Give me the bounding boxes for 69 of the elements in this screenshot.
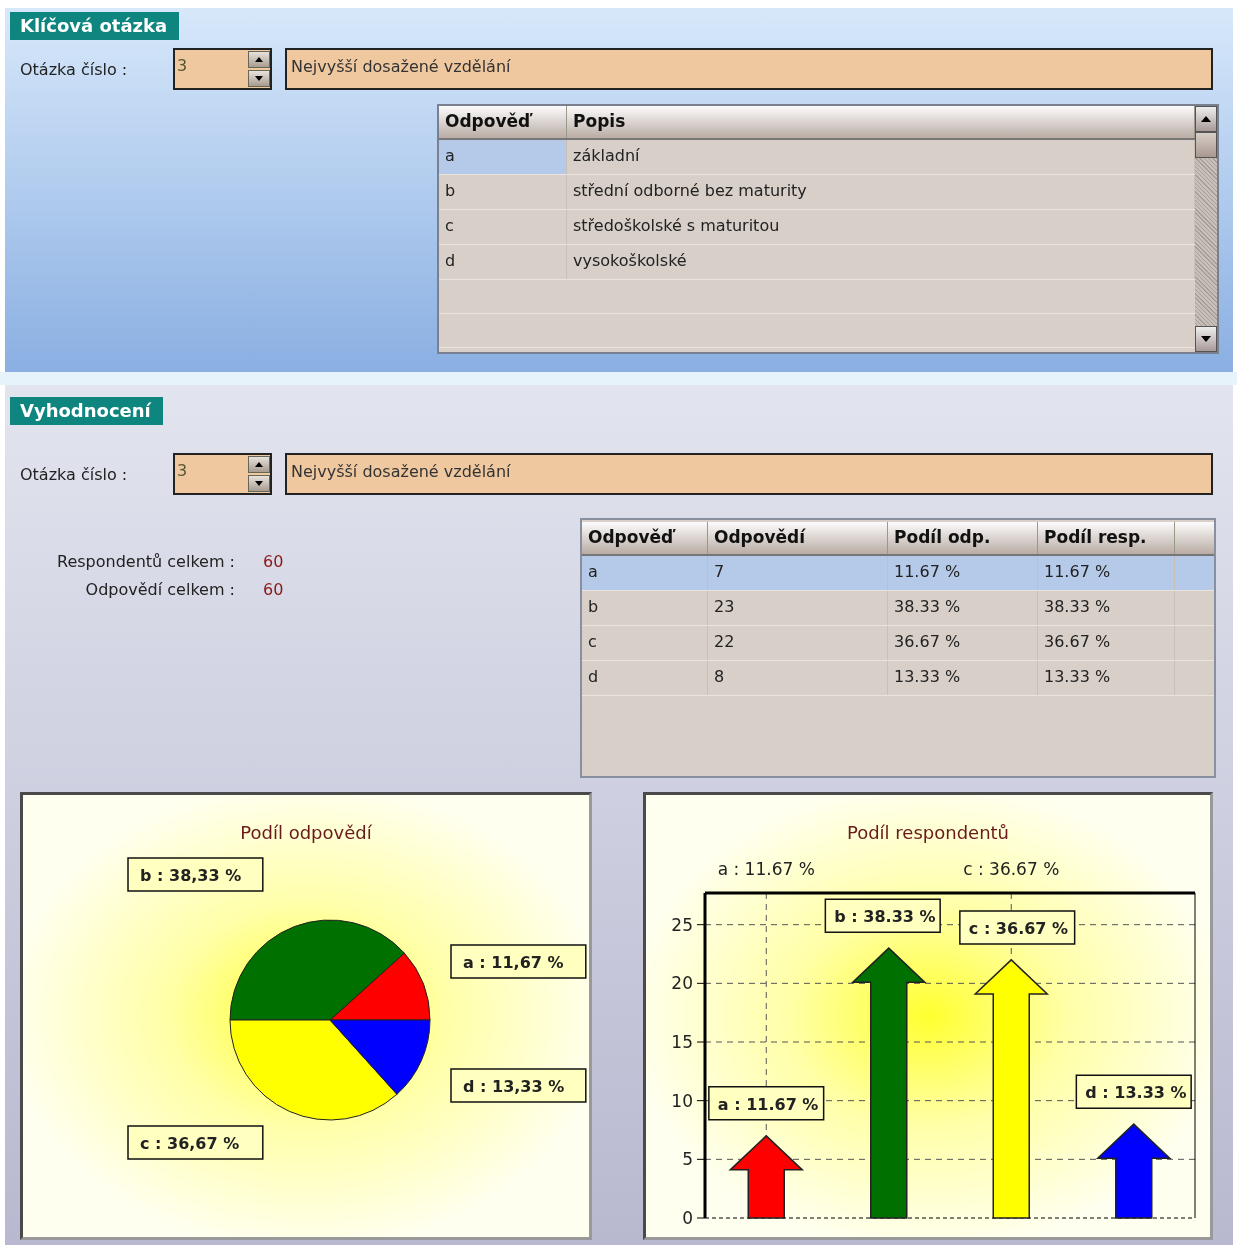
column-header[interactable]: Podíl resp. [1038, 522, 1175, 554]
table-cell[interactable]: 13.33 % [888, 661, 1038, 695]
spin-up-button[interactable] [248, 456, 270, 473]
table-cell[interactable]: 11.67 % [888, 556, 1038, 590]
table-cell[interactable]: c [582, 626, 708, 660]
question-number-spinner[interactable]: 3 [173, 453, 272, 495]
table-cell[interactable]: a [582, 556, 708, 590]
table-cell[interactable]: d [439, 245, 567, 279]
section-title: Klíčová otázka [10, 12, 180, 40]
column-header[interactable]: Odpovědí [708, 522, 888, 554]
table-cell[interactable]: c [439, 210, 567, 244]
table-cell[interactable]: 7 [708, 556, 888, 590]
triangle-down-icon [255, 481, 263, 486]
column-header[interactable]: Odpověď [582, 522, 708, 554]
question-label: Otázka číslo : [19, 59, 129, 79]
table-cell[interactable]: 8 [708, 661, 888, 695]
section-title: Vyhodnocení [10, 397, 163, 425]
spin-up-button[interactable] [248, 51, 270, 68]
question-number-spinner[interactable]: 3 [173, 48, 272, 90]
scroll-up-button[interactable] [1195, 106, 1217, 132]
table-cell[interactable]: 38.33 % [888, 591, 1038, 625]
table-cell[interactable]: 13.33 % [1038, 661, 1175, 695]
table-cell[interactable]: 36.67 % [888, 626, 1038, 660]
question-text-field[interactable]: Nejvyšší dosažené vzdělání [285, 453, 1213, 495]
scrollbar[interactable] [1195, 106, 1217, 352]
table-cell[interactable]: 22 [708, 626, 888, 660]
data-label: d : 13.33 % [1075, 1074, 1192, 1109]
axis-tick-label: 20 [671, 973, 693, 994]
chart-title: Podíl respondentů [846, 822, 1010, 843]
spin-down-button[interactable] [248, 475, 270, 492]
axis-tick-label: 15 [671, 1032, 693, 1052]
stat-value: 60 [263, 580, 284, 599]
table-cell[interactable]: 11.67 % [1038, 556, 1175, 590]
stat-value: 60 [263, 552, 284, 571]
data-label: d : 13,33 % [450, 1068, 587, 1103]
data-label: a : 11,67 % [450, 944, 587, 979]
chart-title: Podíl odpovědí [240, 822, 372, 843]
table-cell[interactable]: 23 [708, 591, 888, 625]
scroll-thumb[interactable] [1195, 132, 1217, 158]
triangle-up-icon [255, 57, 263, 62]
stat-label: Respondentů celkem : [56, 552, 235, 571]
axis-tick-label: 0 [682, 1208, 693, 1228]
axis-tick-label: 5 [682, 1149, 693, 1170]
axis-tick-label: 10 [671, 1090, 693, 1111]
triangle-up-icon [255, 462, 263, 467]
question-text-field[interactable]: Nejvyšší dosažené vzdělání [285, 48, 1213, 90]
axis-label: a : 11.67 % [717, 859, 815, 879]
stat-label: Odpovědí celkem : [84, 580, 235, 599]
scroll-down-button[interactable] [1195, 326, 1217, 352]
table-cell[interactable]: a [439, 140, 567, 174]
data-label: c : 36.67 % [959, 910, 1076, 945]
triangle-down-icon [255, 76, 263, 81]
axis-label: c : 36.67 % [963, 859, 1060, 879]
axis-tick-label: 25 [671, 914, 693, 935]
table-cell[interactable]: b [439, 175, 567, 209]
table-cell[interactable]: b [582, 591, 708, 625]
data-label: b : 38,33 % [127, 857, 264, 892]
table-cell[interactable]: d [582, 661, 708, 695]
data-label: c : 36,67 % [127, 1125, 264, 1160]
column-header[interactable]: Odpověď [439, 106, 567, 138]
data-label: b : 38.33 % [824, 898, 941, 933]
question-label: Otázka číslo : [19, 464, 129, 484]
triangle-up-icon [1201, 116, 1211, 122]
triangle-down-icon [1201, 336, 1211, 342]
data-label: a : 11.67 % [708, 1086, 825, 1121]
column-header[interactable]: Podíl odp. [888, 522, 1038, 554]
table-cell[interactable]: 36.67 % [1038, 626, 1175, 660]
table-cell[interactable]: 38.33 % [1038, 591, 1175, 625]
spin-down-button[interactable] [248, 70, 270, 87]
